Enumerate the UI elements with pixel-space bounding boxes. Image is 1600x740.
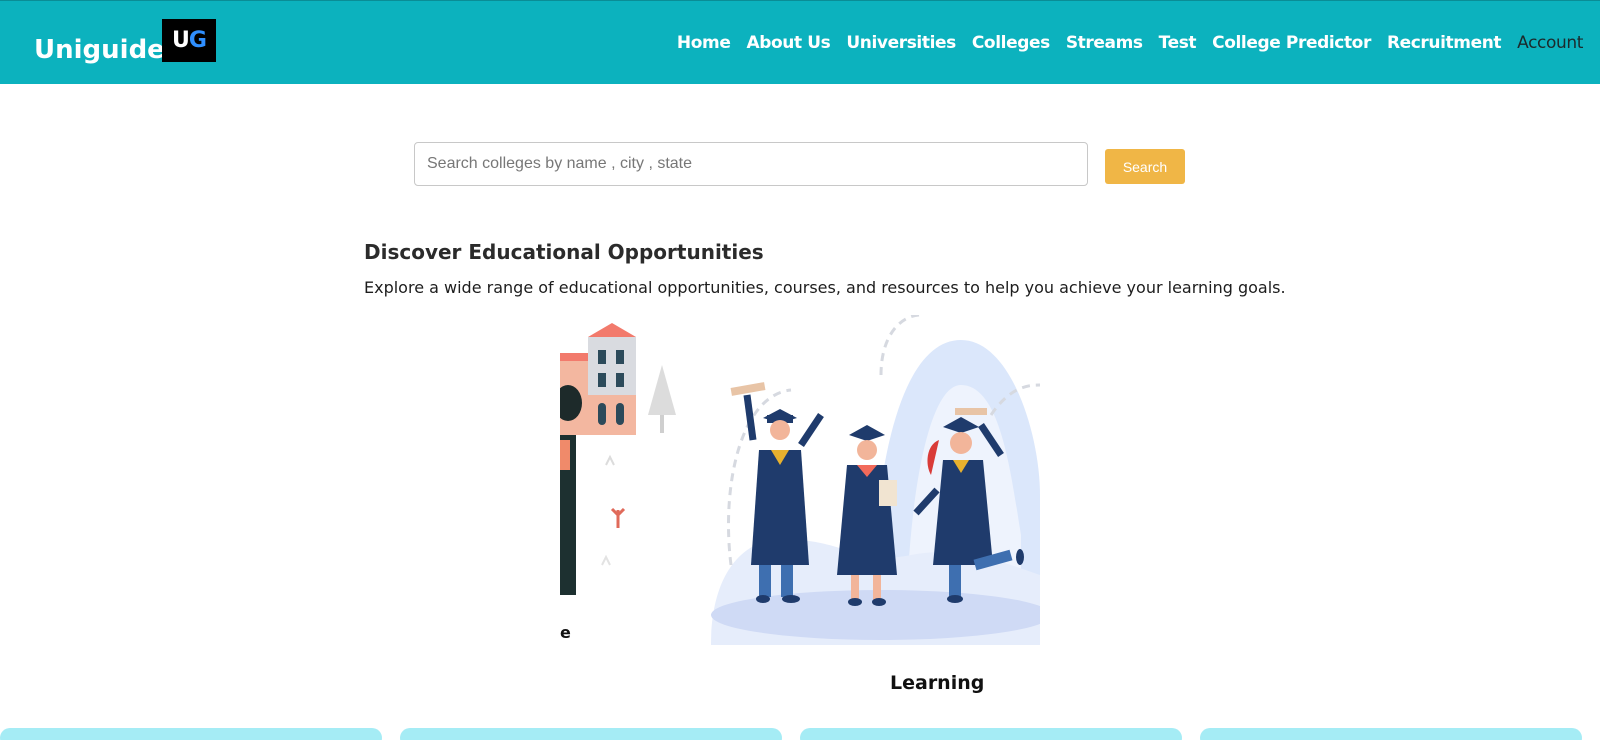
nav-item-college-predictor[interactable]: College Predictor [1212, 33, 1371, 53]
brand-name[interactable]: Uniguide [34, 35, 165, 65]
section-description: Explore a wide range of educational oppo… [364, 278, 1286, 297]
search-button[interactable]: Search [1105, 149, 1185, 184]
nav-item-home[interactable]: Home [677, 33, 731, 53]
nav-item-about-us[interactable]: About Us [746, 33, 830, 53]
main-nav: Home About Us Universities Colleges Stre… [677, 33, 1583, 53]
category-cards [0, 728, 1600, 740]
section-title: Discover Educational Opportunities [364, 240, 764, 264]
carousel-slide-previous[interactable] [560, 315, 685, 645]
category-card-4[interactable] [1200, 728, 1582, 740]
campus-illustration [560, 323, 676, 595]
nav-item-universities[interactable]: Universities [846, 33, 956, 53]
carousel-slide-previous-label: e [560, 623, 571, 642]
nav-item-test[interactable]: Test [1159, 33, 1197, 53]
search-input[interactable] [414, 142, 1088, 186]
nav-item-colleges[interactable]: Colleges [972, 33, 1050, 53]
carousel-slide-label: Learning [890, 672, 985, 694]
opportunities-carousel[interactable]: e Learning [560, 315, 1040, 700]
carousel-slide-learning[interactable] [711, 315, 1040, 645]
logo-ug-icon[interactable]: UG [162, 19, 216, 62]
nav-item-recruitment[interactable]: Recruitment [1387, 33, 1502, 53]
nav-item-account[interactable]: Account [1517, 33, 1583, 53]
category-card-3[interactable] [800, 728, 1182, 740]
category-card-2[interactable] [400, 728, 782, 740]
graduates-illustration [711, 315, 1040, 645]
top-navbar: Uniguide UG Home About Us Universities C… [0, 0, 1600, 84]
nav-item-streams[interactable]: Streams [1066, 33, 1143, 53]
category-card-1[interactable] [0, 728, 382, 740]
